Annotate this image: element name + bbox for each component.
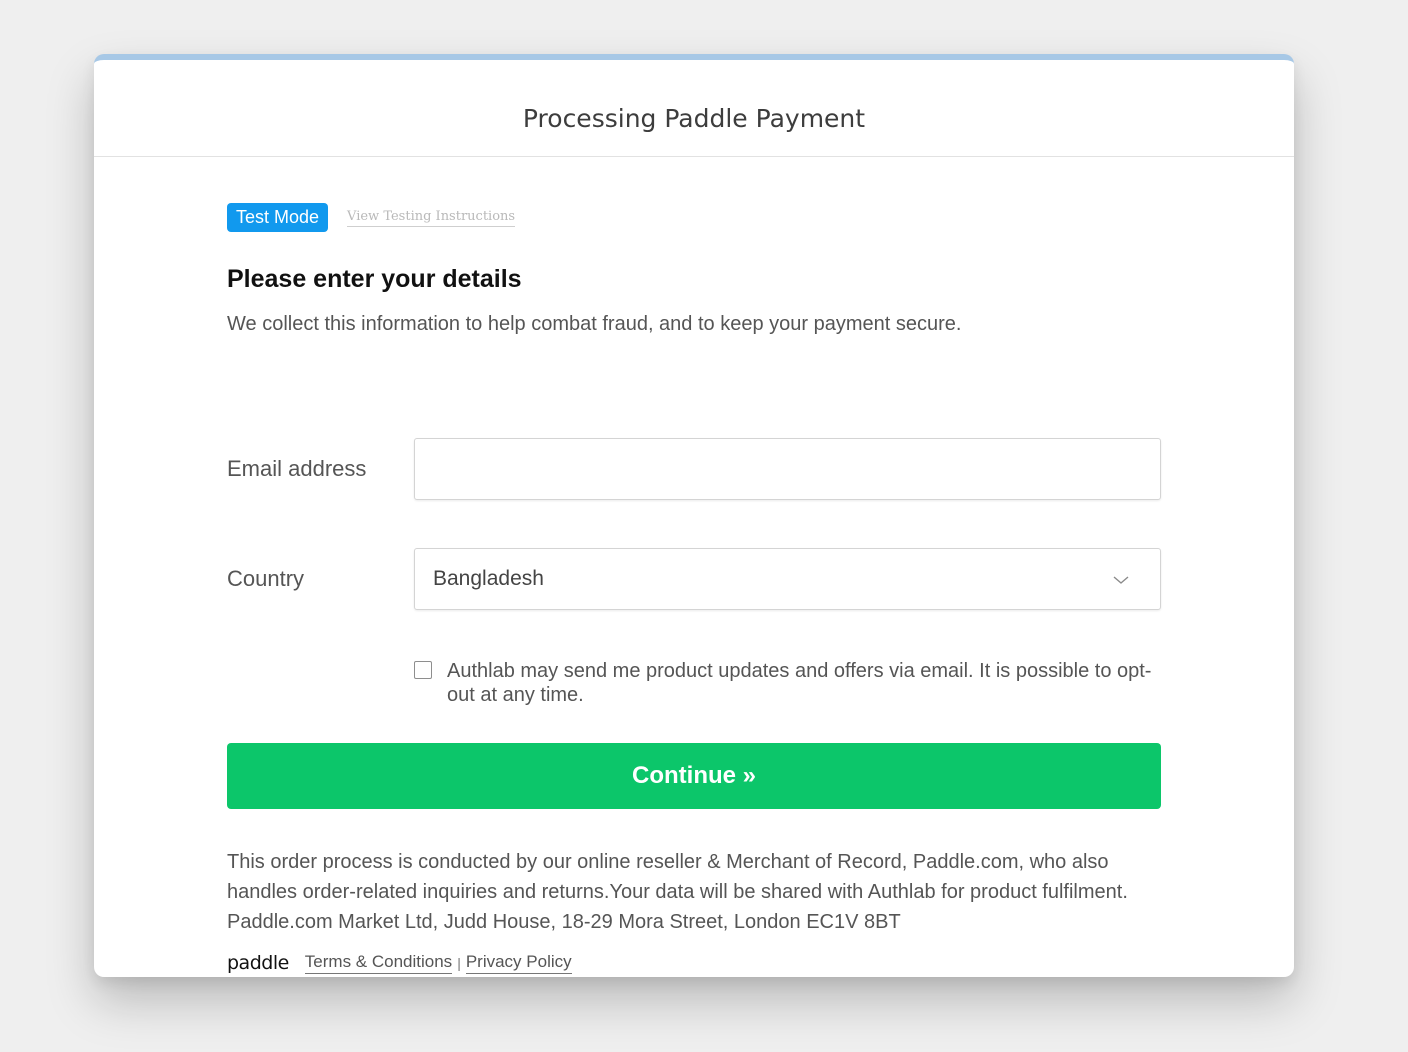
country-selected-value: Bangladesh xyxy=(433,567,544,590)
form-subtext: We collect this information to help comb… xyxy=(227,313,962,335)
view-testing-instructions-link[interactable]: View Testing Instructions xyxy=(347,209,516,227)
legal-notice: This order process is conducted by our o… xyxy=(227,851,1128,933)
marketing-consent-checkbox[interactable] xyxy=(414,661,432,679)
test-mode-row: Test Mode View Testing Instructions xyxy=(227,203,516,232)
email-field-wrapper xyxy=(414,438,1161,500)
email-field[interactable] xyxy=(415,439,1160,499)
privacy-policy-link[interactable]: Privacy Policy xyxy=(465,952,572,974)
marketing-consent: Authlab may send me product updates and … xyxy=(414,659,1161,707)
modal-title: Processing Paddle Payment xyxy=(522,103,866,133)
paddle-logo: paddle xyxy=(227,952,289,974)
chevron-down-icon xyxy=(1113,576,1129,584)
form-heading: Please enter your details xyxy=(227,265,522,293)
terms-conditions-link[interactable]: Terms & Conditions xyxy=(304,952,453,974)
footer: paddle Terms & Conditions | Privacy Poli… xyxy=(227,952,572,974)
country-select[interactable]: Bangladesh xyxy=(414,548,1161,610)
email-label: Email address xyxy=(227,456,367,481)
marketing-consent-label: Authlab may send me product updates and … xyxy=(447,660,1152,706)
footer-separator: | xyxy=(457,955,461,971)
continue-button[interactable]: Continue » xyxy=(227,743,1161,809)
modal-header: Processing Paddle Payment xyxy=(94,60,1294,157)
test-mode-badge: Test Mode xyxy=(227,203,329,232)
country-label: Country xyxy=(227,566,305,591)
payment-modal: Processing Paddle Payment Test Mode View… xyxy=(94,54,1294,977)
